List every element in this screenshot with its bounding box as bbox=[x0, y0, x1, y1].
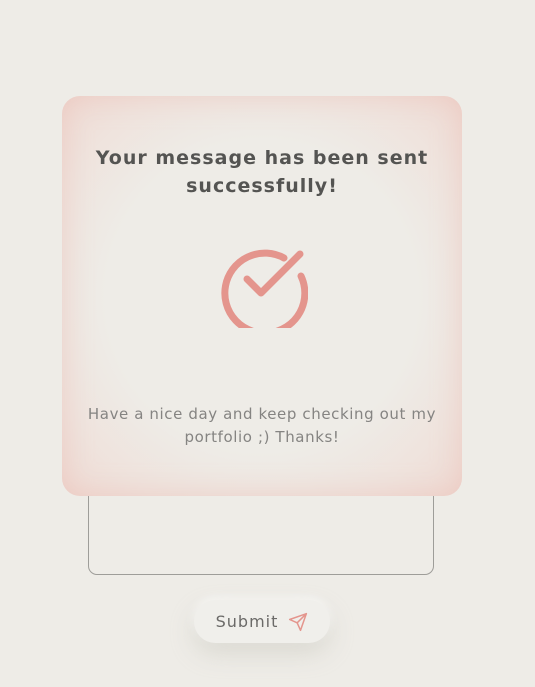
modal-title: Your message has been sent successfully! bbox=[95, 147, 429, 197]
submit-label: Submit bbox=[215, 612, 279, 631]
check-circle-icon bbox=[221, 249, 308, 328]
modal-message: Have a nice day and keep checking out my… bbox=[87, 405, 437, 446]
success-modal: Your message has been sent successfully!… bbox=[62, 96, 462, 496]
submit-button[interactable]: Submit bbox=[194, 600, 330, 643]
send-icon bbox=[289, 612, 308, 631]
